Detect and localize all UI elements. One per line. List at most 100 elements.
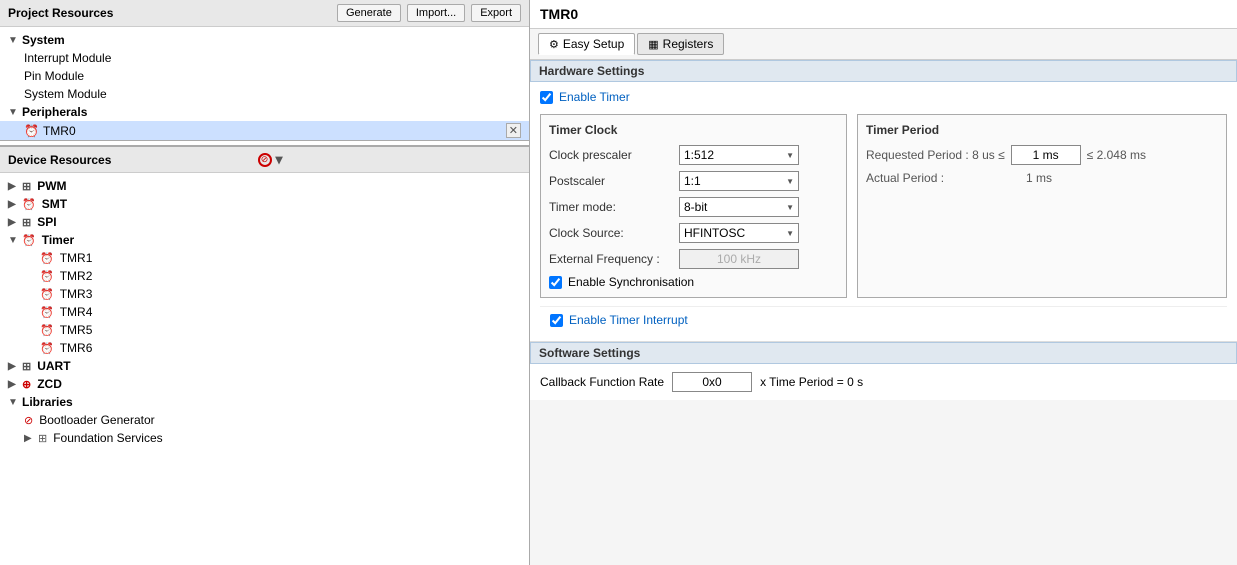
actual-period-value: 1 ms xyxy=(1026,171,1052,185)
tmr1-label: TMR1 xyxy=(60,251,93,265)
timer-mode-box[interactable]: 8-bit ▼ xyxy=(679,197,799,217)
right-content-area: Hardware Settings Enable Timer Timer Clo… xyxy=(530,60,1237,565)
expand-foundation-icon: ▶ xyxy=(24,433,34,444)
timer-mode-row: Timer mode: 8-bit ▼ xyxy=(549,197,838,217)
timer-period-title: Timer Period xyxy=(866,123,1218,137)
requested-period-max: ≤ 2.048 ms xyxy=(1087,148,1146,162)
external-freq-row: External Frequency : xyxy=(549,249,838,269)
expand-smt-icon: ▶ xyxy=(8,199,18,210)
timer-mode-arrow: ▼ xyxy=(786,203,794,212)
tree-item-pwm[interactable]: ▶ ⊞ PWM xyxy=(0,177,529,195)
tree-item-tmr5[interactable]: ⏰ TMR5 xyxy=(0,321,529,339)
device-dropdown-icon[interactable]: ▾ xyxy=(276,151,522,168)
enable-timer-checkbox[interactable] xyxy=(540,91,553,104)
actual-period-row: Actual Period : 1 ms xyxy=(866,171,1218,185)
uart-label: UART xyxy=(37,359,70,373)
tree-item-bootloader[interactable]: ⊘ Bootloader Generator xyxy=(0,411,529,429)
tmr4-label: TMR4 xyxy=(60,305,93,319)
device-resources-label: Device Resources xyxy=(8,153,254,167)
callback-row: Callback Function Rate x Time Period = 0… xyxy=(540,372,1227,392)
timer-label: Timer xyxy=(42,233,74,247)
system-label: System xyxy=(22,33,65,47)
registers-icon: ▦ xyxy=(648,38,658,51)
foundation-label: Foundation Services xyxy=(53,431,162,445)
interrupt-module-label: Interrupt Module xyxy=(24,51,111,65)
timer-settings-cols: Timer Clock Clock prescaler 1:512 ▼ Post… xyxy=(540,114,1227,306)
tree-item-tmr3[interactable]: ⏰ TMR3 xyxy=(0,285,529,303)
tmr6-icon: ⏰ xyxy=(40,342,54,355)
device-tree: ▶ ⊞ PWM ▶ ⏰ SMT ▶ ⊞ SPI ▼ ⏰ Timer ⏰ TMR1 xyxy=(0,173,529,451)
enable-timer-row: Enable Timer xyxy=(540,90,1227,104)
tree-item-system-module[interactable]: System Module xyxy=(0,85,529,103)
tree-item-tmr6[interactable]: ⏰ TMR6 xyxy=(0,339,529,357)
callback-input[interactable] xyxy=(672,372,752,392)
requested-period-input[interactable] xyxy=(1011,145,1081,165)
tree-item-tmr1[interactable]: ⏰ TMR1 xyxy=(0,249,529,267)
pwm-icon: ⊞ xyxy=(22,180,31,193)
bootloader-label: Bootloader Generator xyxy=(39,413,154,427)
tree-item-peripherals[interactable]: ▼ Peripherals xyxy=(0,103,529,121)
enable-sync-checkbox[interactable] xyxy=(549,276,562,289)
project-resources-section: Project Resources Generate Import... Exp… xyxy=(0,0,529,146)
tmr5-label: TMR5 xyxy=(60,323,93,337)
postscaler-row: Postscaler 1:1 ▼ xyxy=(549,171,838,191)
libraries-label: Libraries xyxy=(22,395,73,409)
tree-item-system[interactable]: ▼ System xyxy=(0,31,529,49)
tmr0-close-button[interactable]: ✕ xyxy=(506,123,521,138)
timer-clock-title: Timer Clock xyxy=(549,123,838,137)
tree-item-tmr2[interactable]: ⏰ TMR2 xyxy=(0,267,529,285)
tab-registers[interactable]: ▦ Registers xyxy=(637,33,724,55)
tree-item-smt[interactable]: ▶ ⏰ SMT xyxy=(0,195,529,213)
external-freq-input[interactable] xyxy=(679,249,799,269)
postscaler-box[interactable]: 1:1 ▼ xyxy=(679,171,799,191)
expand-uart-icon: ▶ xyxy=(8,361,18,372)
enable-interrupt-label: Enable Timer Interrupt xyxy=(569,313,688,327)
smt-icon: ⏰ xyxy=(22,198,36,211)
tree-item-zcd[interactable]: ▶ ⊕ ZCD xyxy=(0,375,529,393)
project-resources-header: Project Resources Generate Import... Exp… xyxy=(0,0,529,27)
expand-libraries-icon: ▼ xyxy=(8,397,18,408)
callback-label: Callback Function Rate xyxy=(540,375,664,389)
postscaler-select[interactable]: 1:1 ▼ xyxy=(679,171,799,191)
gear-icon: ⚙ xyxy=(549,38,559,51)
clock-source-box[interactable]: HFINTOSC ▼ xyxy=(679,223,799,243)
tmr6-label: TMR6 xyxy=(60,341,93,355)
enable-interrupt-checkbox[interactable] xyxy=(550,314,563,327)
expand-peripherals-icon: ▼ xyxy=(8,107,18,118)
clock-source-arrow: ▼ xyxy=(786,229,794,238)
clock-prescaler-select[interactable]: 1:512 ▼ xyxy=(679,145,799,165)
clock-prescaler-label: Clock prescaler xyxy=(549,148,679,162)
tmr1-icon: ⏰ xyxy=(40,252,54,265)
clock-source-select[interactable]: HFINTOSC ▼ xyxy=(679,223,799,243)
tree-item-libraries[interactable]: ▼ Libraries xyxy=(0,393,529,411)
tabs-bar: ⚙ Easy Setup ▦ Registers xyxy=(530,29,1237,60)
timer-mode-value: 8-bit xyxy=(684,200,707,214)
hardware-settings-header: Hardware Settings xyxy=(530,60,1237,82)
tmr4-icon: ⏰ xyxy=(40,306,54,319)
postscaler-value: 1:1 xyxy=(684,174,701,188)
tree-item-timer[interactable]: ▼ ⏰ Timer xyxy=(0,231,529,249)
generate-button[interactable]: Generate xyxy=(337,4,401,22)
timer-mode-select[interactable]: 8-bit ▼ xyxy=(679,197,799,217)
export-button[interactable]: Export xyxy=(471,4,521,22)
actual-period-label: Actual Period : xyxy=(866,171,944,185)
tree-item-uart[interactable]: ▶ ⊞ UART xyxy=(0,357,529,375)
tree-item-foundation[interactable]: ▶ ⊞ Foundation Services xyxy=(0,429,529,447)
tree-item-tmr0[interactable]: ⏰ TMR0 ✕ xyxy=(0,121,529,141)
tree-item-spi[interactable]: ▶ ⊞ SPI xyxy=(0,213,529,231)
system-module-label: System Module xyxy=(24,87,107,101)
clock-source-row: Clock Source: HFINTOSC ▼ xyxy=(549,223,838,243)
clock-prescaler-box[interactable]: 1:512 ▼ xyxy=(679,145,799,165)
tree-item-pin-module[interactable]: Pin Module xyxy=(0,67,529,85)
tree-item-interrupt-module[interactable]: Interrupt Module xyxy=(0,49,529,67)
tmr5-icon: ⏰ xyxy=(40,324,54,337)
software-settings-body: Callback Function Rate x Time Period = 0… xyxy=(530,364,1237,400)
import-button[interactable]: Import... xyxy=(407,4,465,22)
enable-sync-label: Enable Synchronisation xyxy=(568,275,694,289)
device-no-icon: ⊘ xyxy=(258,153,272,167)
expand-timer-icon: ▼ xyxy=(8,235,18,246)
tab-easy-setup[interactable]: ⚙ Easy Setup xyxy=(538,33,635,55)
tree-item-tmr4[interactable]: ⏰ TMR4 xyxy=(0,303,529,321)
right-panel: TMR0 ⚙ Easy Setup ▦ Registers Hardware S… xyxy=(530,0,1237,565)
tab-registers-label: Registers xyxy=(663,37,714,51)
